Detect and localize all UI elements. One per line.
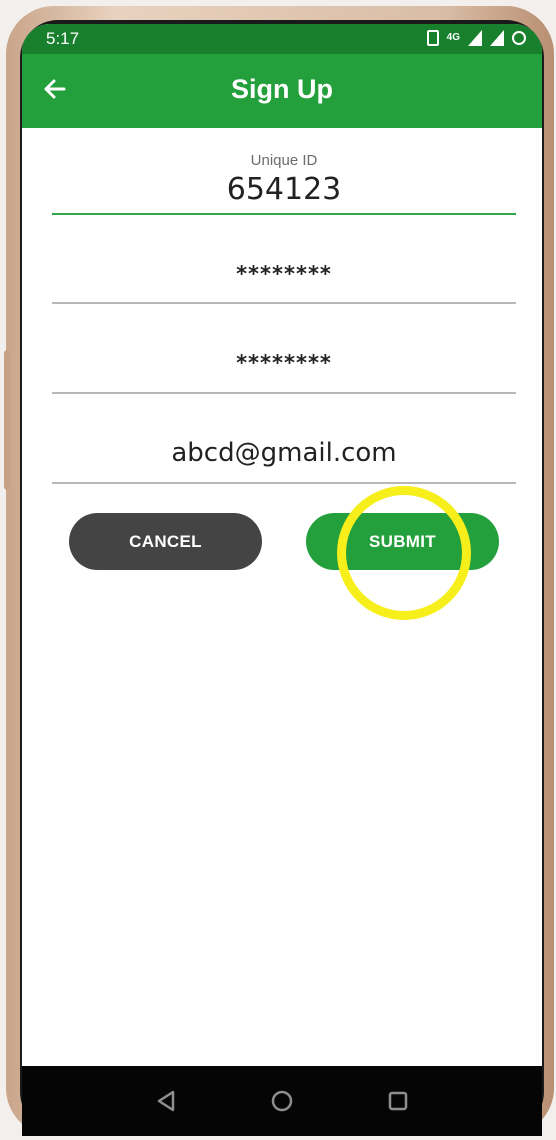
- battery-icon: [512, 31, 526, 45]
- phone-side-button: [4, 350, 10, 490]
- email-value: abcd@gmail.com: [171, 438, 397, 468]
- circle-home-icon[interactable]: [265, 1084, 299, 1118]
- password-value: ********: [236, 262, 332, 286]
- password-field[interactable]: ********: [52, 262, 516, 306]
- confirm-password-underline: [52, 392, 516, 394]
- status-time: 5:17: [46, 29, 80, 48]
- unique-id-field[interactable]: Unique ID 654123: [52, 152, 516, 218]
- email-field[interactable]: abcd@gmail.com: [52, 438, 516, 486]
- signal-icon: [468, 30, 482, 46]
- submit-button[interactable]: SUBMIT: [306, 513, 499, 570]
- navigation-bar: [22, 1066, 542, 1136]
- vibrate-icon: [426, 30, 439, 46]
- status-bar: 5:17 4G: [22, 24, 542, 54]
- network-type-label: 4G: [446, 32, 460, 43]
- confirm-password-value: ********: [236, 351, 332, 375]
- status-icons: 4G: [426, 30, 526, 46]
- signal-icon-2: [490, 30, 504, 46]
- unique-id-underline: [52, 213, 516, 215]
- triangle-back-icon[interactable]: [149, 1084, 183, 1118]
- phone-screen: 5:17 4G Sign Up Unique ID 654123 *******: [22, 24, 542, 1136]
- unique-id-label: Unique ID: [250, 152, 318, 169]
- square-recents-icon[interactable]: [381, 1084, 415, 1118]
- confirm-password-field[interactable]: ********: [52, 351, 516, 395]
- app-bar: Sign Up: [22, 54, 542, 128]
- email-underline: [52, 482, 516, 484]
- phone-frame: 5:17 4G Sign Up Unique ID 654123 *******: [0, 0, 556, 1140]
- page-title: Sign Up: [231, 74, 333, 104]
- unique-id-value: 654123: [226, 172, 342, 207]
- cancel-button[interactable]: CANCEL: [69, 513, 262, 570]
- password-underline: [52, 302, 516, 304]
